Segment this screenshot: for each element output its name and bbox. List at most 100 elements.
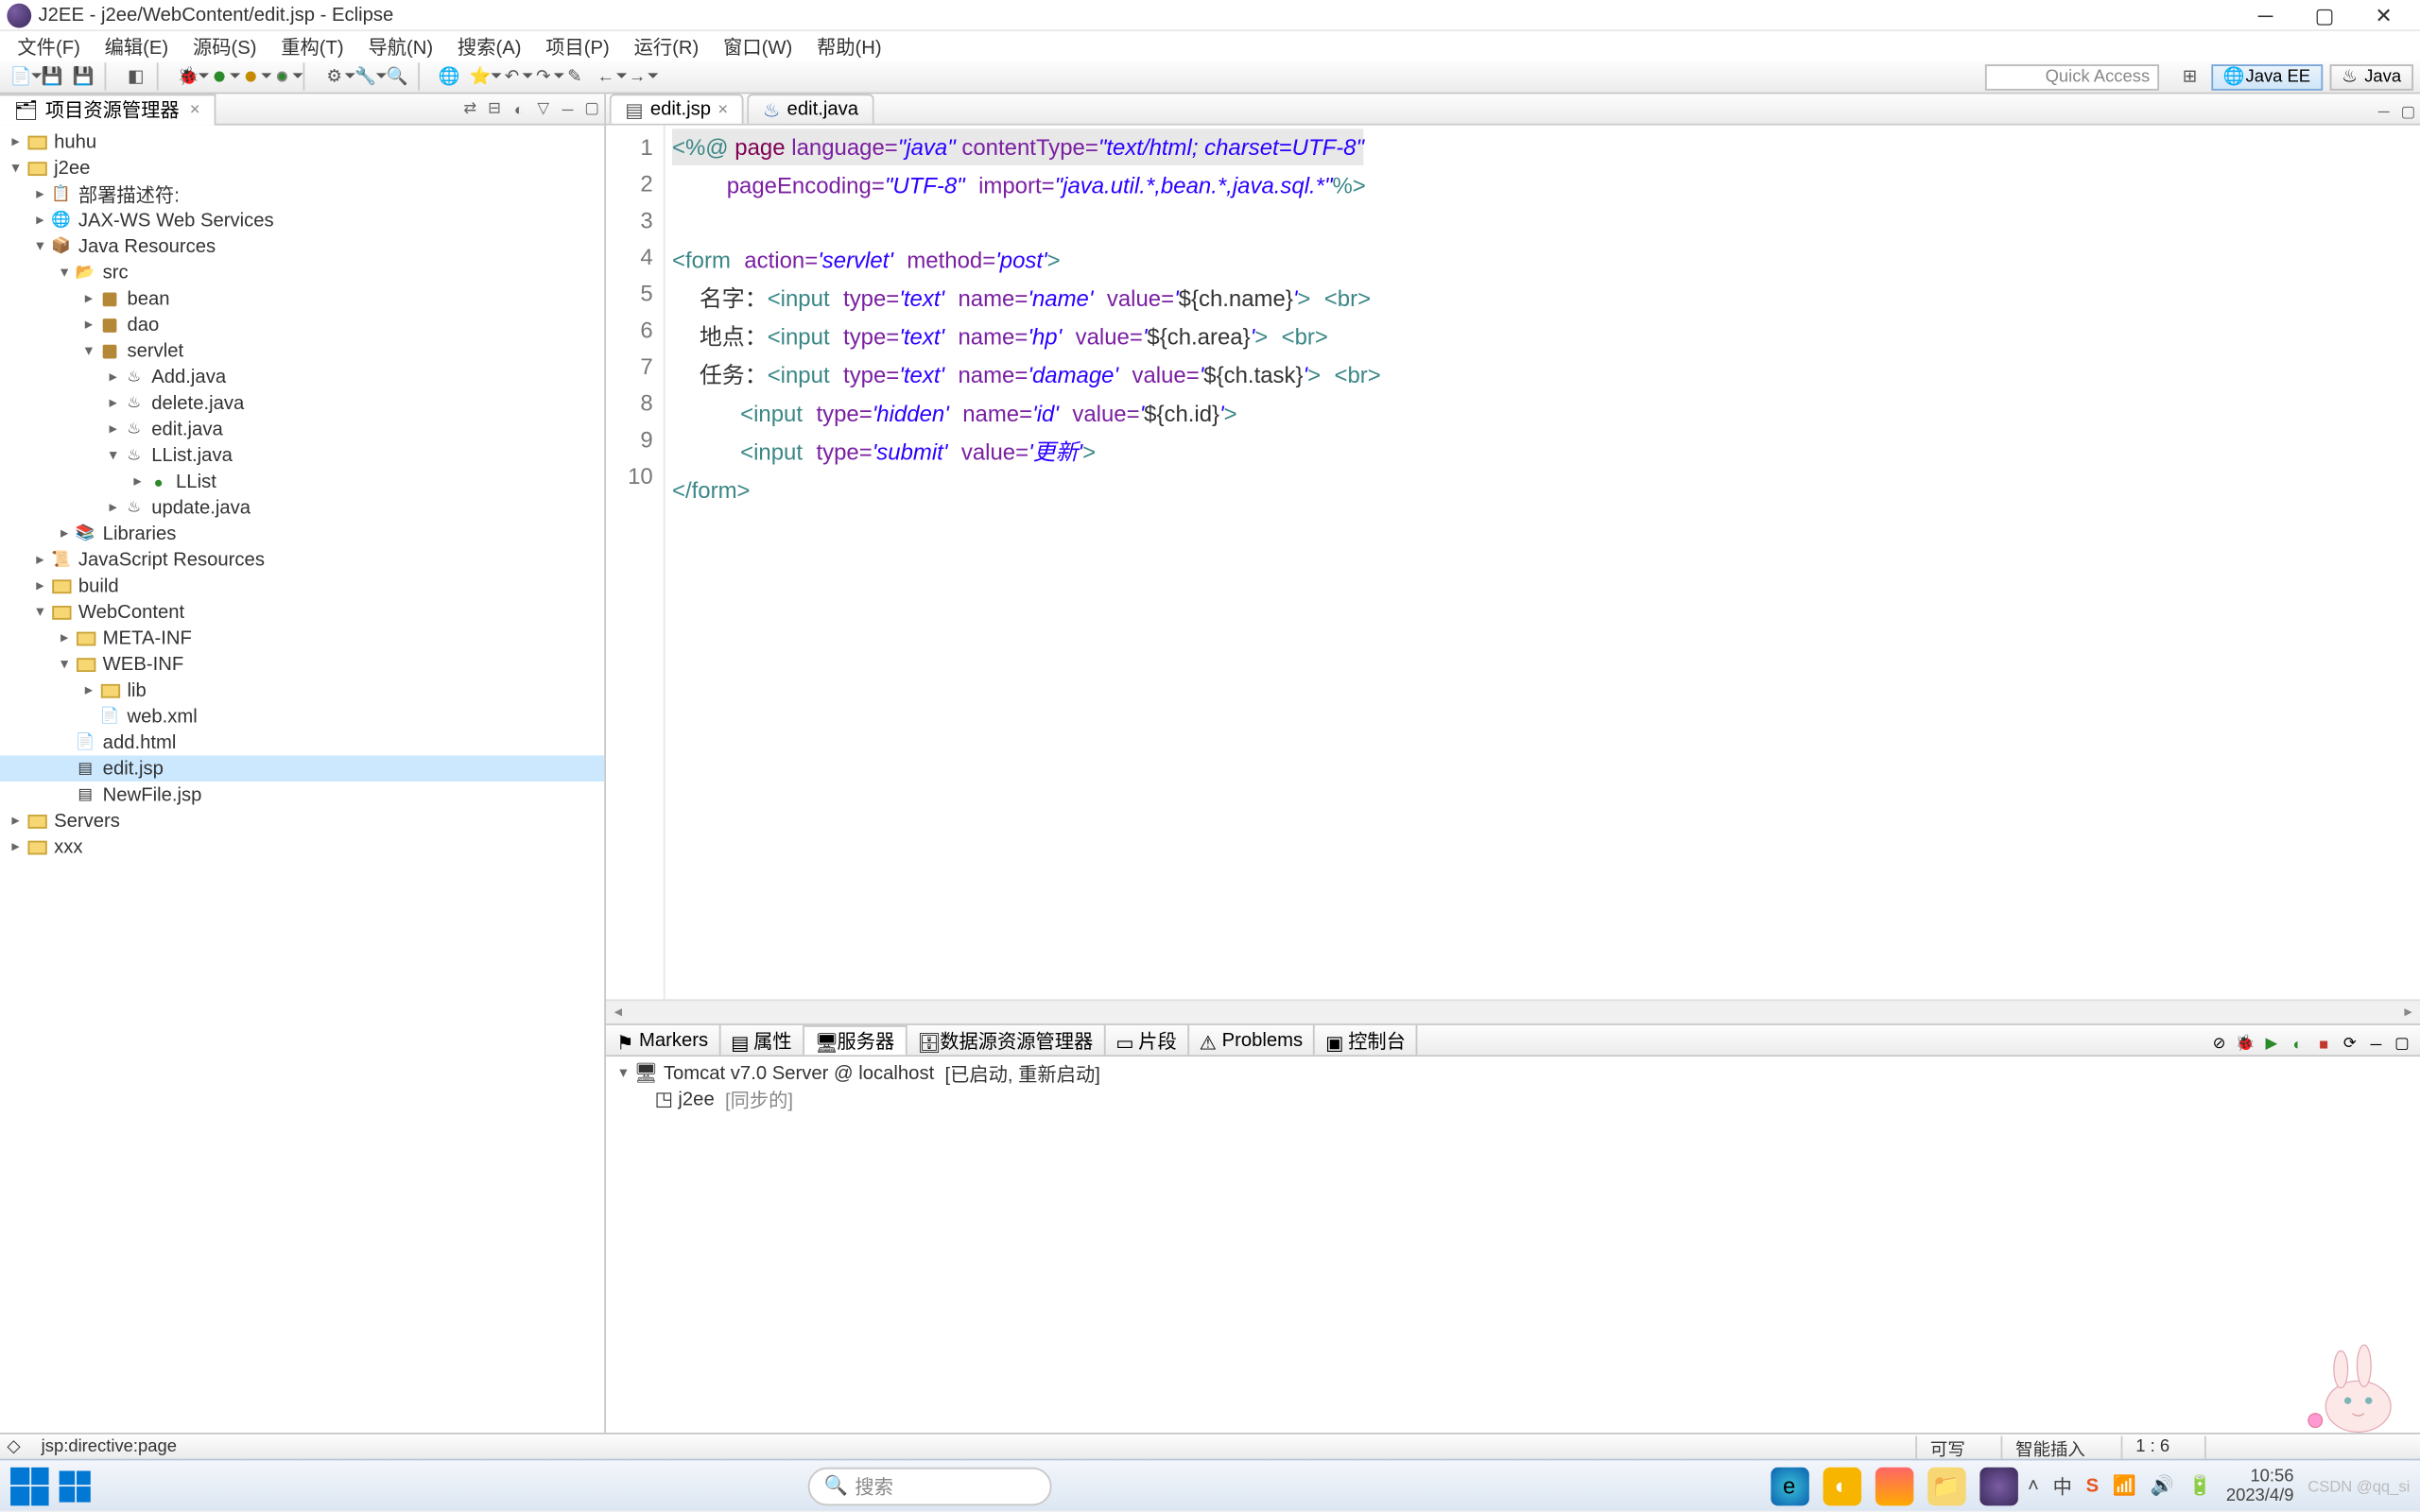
code-content[interactable]: <%@ page language="java" contentType="te… (666, 126, 2420, 1000)
twisty-icon[interactable]: ▸ (31, 550, 48, 569)
close-button[interactable]: ✕ (2354, 0, 2413, 30)
last-edit-button[interactable]: ✎ (561, 62, 588, 90)
project-tree[interactable]: ▸huhu▾j2ee▸📋部署描述符:▸🌐JAX-WS Web Services▾… (0, 126, 604, 1433)
tree-node[interactable]: ▸build (0, 573, 604, 599)
tree-node[interactable]: ▸📜JavaScript Resources (0, 546, 604, 573)
minimize-editor-button[interactable]: ─ (2372, 99, 2396, 124)
tab-snippets[interactable]: ▭片段 (1105, 1025, 1188, 1055)
menu-navigate[interactable]: 导航(N) (357, 30, 443, 61)
twisty-icon[interactable]: ▾ (31, 602, 48, 621)
tree-node[interactable]: ▸huhu (0, 129, 604, 155)
maximize-editor-button[interactable]: ▢ (2396, 99, 2420, 124)
twisty-icon[interactable]: ▸ (31, 576, 48, 595)
twisty-icon[interactable]: ▸ (31, 211, 48, 230)
start-button[interactable] (10, 1467, 49, 1505)
menu-edit[interactable]: 编辑(E) (95, 30, 180, 61)
twisty-icon[interactable]: ▸ (7, 132, 24, 151)
menu-search[interactable]: 搜索(A) (447, 30, 532, 61)
twisty-icon[interactable]: ▸ (80, 315, 97, 334)
menu-help[interactable]: 帮助(H) (806, 30, 892, 61)
eclipse-task-icon[interactable] (1979, 1467, 2017, 1505)
tree-node[interactable]: ▸bean (0, 285, 604, 312)
menu-source[interactable]: 源码(S) (182, 30, 268, 61)
explorer-tab[interactable]: 🗂 项目资源管理器 × (0, 94, 216, 125)
twisty-icon[interactable]: ▾ (56, 263, 73, 282)
server-row[interactable]: ▾ 🖥 Tomcat v7.0 Server @ localhost [已启动,… (613, 1060, 2413, 1087)
twisty-icon[interactable]: ▸ (31, 184, 48, 203)
open-type-button[interactable]: 🔧 (352, 62, 379, 90)
file-explorer-icon[interactable]: 📁 (1927, 1467, 1965, 1505)
tray-chevron-icon[interactable]: ˄ (2028, 1475, 2039, 1496)
save-all-button[interactable]: 💾 (70, 62, 97, 90)
tree-node[interactable]: ▤edit.jsp (0, 755, 604, 782)
tree-node[interactable]: ▾servlet (0, 337, 604, 364)
tree-node[interactable]: ▸🌐JAX-WS Web Services (0, 207, 604, 233)
tab-console[interactable]: ▣控制台 (1315, 1025, 1418, 1055)
system-tray[interactable]: ˄ 中 S 📶 🔊 🔋 10:56 2023/4/9 CSDN @qq_si (2028, 1467, 2410, 1505)
twisty-icon[interactable]: ▾ (105, 446, 122, 465)
twisty-icon[interactable]: ▸ (80, 680, 97, 699)
minimize-panel-button[interactable]: ─ (2364, 1032, 2387, 1055)
twisty-icon[interactable]: ▸ (7, 837, 24, 856)
twisty-icon[interactable]: ▾ (7, 159, 24, 178)
tab-properties[interactable]: ▤属性 (720, 1025, 804, 1055)
tray-volume-icon[interactable]: 🔊 (2151, 1474, 2174, 1497)
browser-button[interactable]: 🌐 (436, 62, 463, 90)
tab-problems[interactable]: ⚠Problems (1189, 1025, 1315, 1055)
prev-annotation-button[interactable]: ↶ (498, 62, 526, 90)
browser360-icon[interactable]: ◐ (1823, 1467, 1861, 1505)
tree-node[interactable]: ▾WEB-INF (0, 651, 604, 678)
run-button[interactable] (205, 62, 233, 90)
tree-node[interactable]: ▸♨update.java (0, 494, 604, 521)
twisty-icon[interactable]: ▸ (105, 368, 122, 387)
external-tools-button[interactable] (268, 62, 296, 90)
twisty-icon[interactable]: ▾ (80, 341, 97, 360)
debug-button[interactable]: 🐞 (174, 62, 201, 90)
tree-node[interactable]: ▸Servers (0, 808, 604, 834)
tree-node[interactable]: ▸📚Libraries (0, 521, 604, 547)
twisty-icon[interactable]: ▸ (105, 420, 122, 438)
tree-node[interactable]: 📄web.xml (0, 703, 604, 730)
taskbar-search[interactable]: 🔍 搜索 (808, 1467, 1052, 1505)
tray-sogou-icon[interactable]: S (2086, 1475, 2100, 1496)
open-perspective-button[interactable]: ⊞ (2176, 62, 2204, 90)
perspective-java[interactable]: ♨ Java (2329, 63, 2413, 90)
tree-node[interactable]: ▸📋部署描述符: (0, 181, 604, 208)
tree-node[interactable]: ▾📂src (0, 259, 604, 285)
maximize-view-button[interactable]: ▢ (579, 96, 604, 121)
tray-ime-icon[interactable]: 中 (2053, 1471, 2072, 1499)
twisty-icon[interactable]: ▸ (129, 472, 146, 490)
new-server-button[interactable]: ⚙ (320, 62, 348, 90)
server-debug-button[interactable]: 🐞 (2234, 1032, 2256, 1055)
tree-node[interactable]: ▸dao (0, 312, 604, 338)
menu-project[interactable]: 项目(P) (535, 30, 620, 61)
tree-node[interactable]: ▾♨LList.java (0, 442, 604, 469)
save-button[interactable]: 💾 (39, 62, 66, 90)
tab-servers[interactable]: 🖥服务器 (804, 1025, 908, 1055)
twisty-icon[interactable]: ▸ (56, 524, 73, 542)
twisty-icon[interactable]: ▸ (105, 393, 122, 412)
scroll-right-icon[interactable]: ▸ (2396, 1000, 2420, 1024)
forward-button[interactable]: → (623, 62, 650, 90)
back-button[interactable]: ← (592, 62, 619, 90)
server-stop-button[interactable]: ■ (2312, 1032, 2335, 1055)
tree-node[interactable]: 📄add.html (0, 730, 604, 756)
tray-battery-icon[interactable]: 🔋 (2188, 1474, 2212, 1497)
editor-tab-editjava[interactable]: ♨ edit.java (747, 94, 873, 123)
twisty-icon[interactable]: ▸ (105, 498, 122, 517)
tree-node[interactable]: ▸lib (0, 678, 604, 704)
menu-run[interactable]: 运行(R) (624, 30, 710, 61)
app-icon[interactable] (1875, 1467, 1913, 1505)
toggle-breadcrumbs-button[interactable]: ◧ (122, 62, 149, 90)
close-icon[interactable]: × (717, 100, 728, 119)
tree-node[interactable]: ▾📦Java Resources (0, 233, 604, 260)
perspective-javaee[interactable]: 🌐 Java EE (2211, 63, 2323, 90)
minimize-view-button[interactable]: ─ (556, 96, 580, 121)
tree-node[interactable]: ▤NewFile.jsp (0, 782, 604, 808)
server-publish-button[interactable]: ⟳ (2339, 1032, 2361, 1055)
tree-node[interactable]: ▸META-INF (0, 625, 604, 651)
tree-node[interactable]: ▸●LList (0, 468, 604, 494)
new-button[interactable]: 📄 (7, 62, 34, 90)
edge-icon[interactable]: e (1770, 1467, 1808, 1505)
twisty-icon[interactable]: ▾ (613, 1063, 633, 1082)
